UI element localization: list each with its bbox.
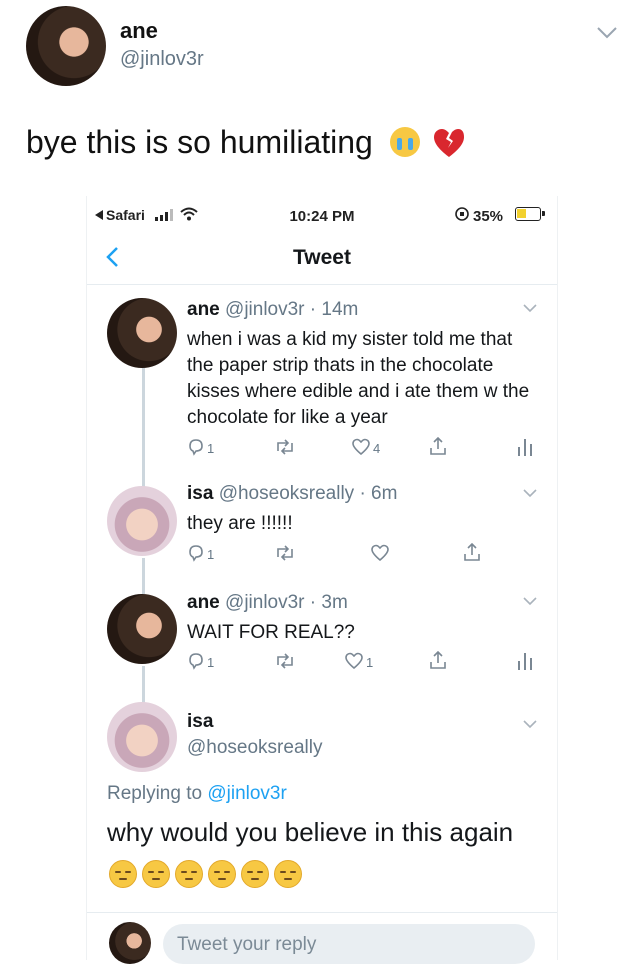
- tweet-avatar[interactable]: [107, 486, 177, 556]
- replying-to: Replying to @jinlov3r: [107, 783, 287, 805]
- like-icon[interactable]: [371, 544, 389, 562]
- tweet-header: isa @hoseoksreally · 6m: [187, 483, 397, 505]
- focused-text: why would you believe in this again: [107, 817, 514, 847]
- author-avatar[interactable]: [26, 6, 106, 86]
- tweet-header: ane @jinlov3r · 3m: [187, 592, 348, 614]
- pensive-face-row: [109, 860, 307, 888]
- nav-title: Tweet: [293, 246, 351, 269]
- author-handle: @jinlov3r: [120, 48, 204, 70]
- post-text: bye this is so humiliating: [26, 124, 373, 160]
- crying-face-icon: [389, 127, 420, 157]
- battery-percent: 35%: [473, 208, 504, 225]
- tweet-author-name[interactable]: ane: [187, 299, 220, 320]
- pensive-face-icon: [175, 860, 203, 888]
- tweet-meta: @hoseoksreally · 6m: [218, 483, 398, 504]
- tweet-author-name[interactable]: ane: [187, 592, 220, 613]
- retweet-icon[interactable]: [275, 653, 295, 669]
- chevron-down-icon[interactable]: [596, 26, 618, 40]
- post-text-row: bye this is so humiliating: [26, 124, 465, 161]
- focused-avatar[interactable]: [107, 702, 177, 772]
- reply-icon[interactable]: [187, 652, 205, 670]
- phone-screenshot: Safari 10:24 PM 35% Tweet ane @jinlov3r …: [86, 196, 558, 964]
- reply-placeholder: Tweet your reply: [177, 934, 317, 955]
- tweet-text: WAIT FOR REAL??: [187, 622, 355, 643]
- tweet-author-name[interactable]: isa: [187, 483, 213, 504]
- thread-line: [142, 558, 145, 594]
- pensive-face-icon: [274, 860, 302, 888]
- focused-author-handle: @hoseoksreally: [187, 737, 323, 758]
- focused-author-name[interactable]: isa: [187, 711, 213, 733]
- retweet-icon[interactable]: [275, 545, 295, 561]
- thread-line: [142, 666, 145, 706]
- pensive-face-icon: [241, 860, 269, 888]
- reply-input[interactable]: Tweet your reply: [163, 924, 535, 964]
- share-icon[interactable]: [463, 543, 481, 562]
- chevron-down-icon[interactable]: [523, 489, 537, 498]
- analytics-icon[interactable]: [517, 438, 533, 456]
- pensive-face-icon: [142, 860, 170, 888]
- share-icon[interactable]: [429, 437, 447, 456]
- like-icon[interactable]: [352, 438, 370, 456]
- chevron-down-icon[interactable]: [523, 597, 537, 606]
- pensive-face-icon: [109, 860, 137, 888]
- tweet-header: ane @jinlov3r · 14m: [187, 299, 358, 321]
- author-name[interactable]: ane: [120, 18, 158, 44]
- analytics-icon[interactable]: [517, 652, 533, 670]
- retweet-icon[interactable]: [275, 439, 295, 455]
- tweet-text: when i was a kid my sister told me that …: [187, 329, 530, 428]
- chevron-down-icon[interactable]: [523, 304, 537, 313]
- thread-line: [142, 366, 145, 502]
- nav-divider: [87, 284, 557, 285]
- tweet-avatar[interactable]: [107, 594, 177, 664]
- share-icon[interactable]: [429, 651, 447, 670]
- like-count: 1: [366, 655, 374, 670]
- tweet-meta: @jinlov3r · 3m: [225, 592, 348, 613]
- reply-icon[interactable]: [187, 438, 205, 456]
- tweet-actions: 1 4: [187, 437, 547, 458]
- reply-divider: [87, 912, 557, 913]
- tweet-actions: 1: [187, 543, 547, 564]
- reply-icon[interactable]: [187, 544, 205, 562]
- reply-count: 1: [207, 547, 215, 562]
- broken-heart-icon: [433, 128, 465, 158]
- like-icon[interactable]: [345, 652, 363, 670]
- chevron-down-icon[interactable]: [523, 720, 537, 729]
- reply-avatar: [109, 922, 151, 964]
- tweet-text: they are !!!!!!: [187, 513, 293, 534]
- replying-prefix: Replying to: [107, 783, 208, 804]
- tweet-meta: @jinlov3r · 14m: [225, 299, 359, 320]
- tweet-actions: 1 1: [187, 651, 547, 672]
- battery-icon: [515, 207, 545, 221]
- pensive-face-icon: [208, 860, 236, 888]
- reply-count: 1: [207, 441, 215, 456]
- like-count: 4: [373, 441, 381, 456]
- rotation-lock-icon: [455, 207, 469, 221]
- reply-count: 1: [207, 655, 215, 670]
- replying-to-link[interactable]: @jinlov3r: [207, 783, 286, 804]
- tweet-avatar[interactable]: [107, 298, 177, 368]
